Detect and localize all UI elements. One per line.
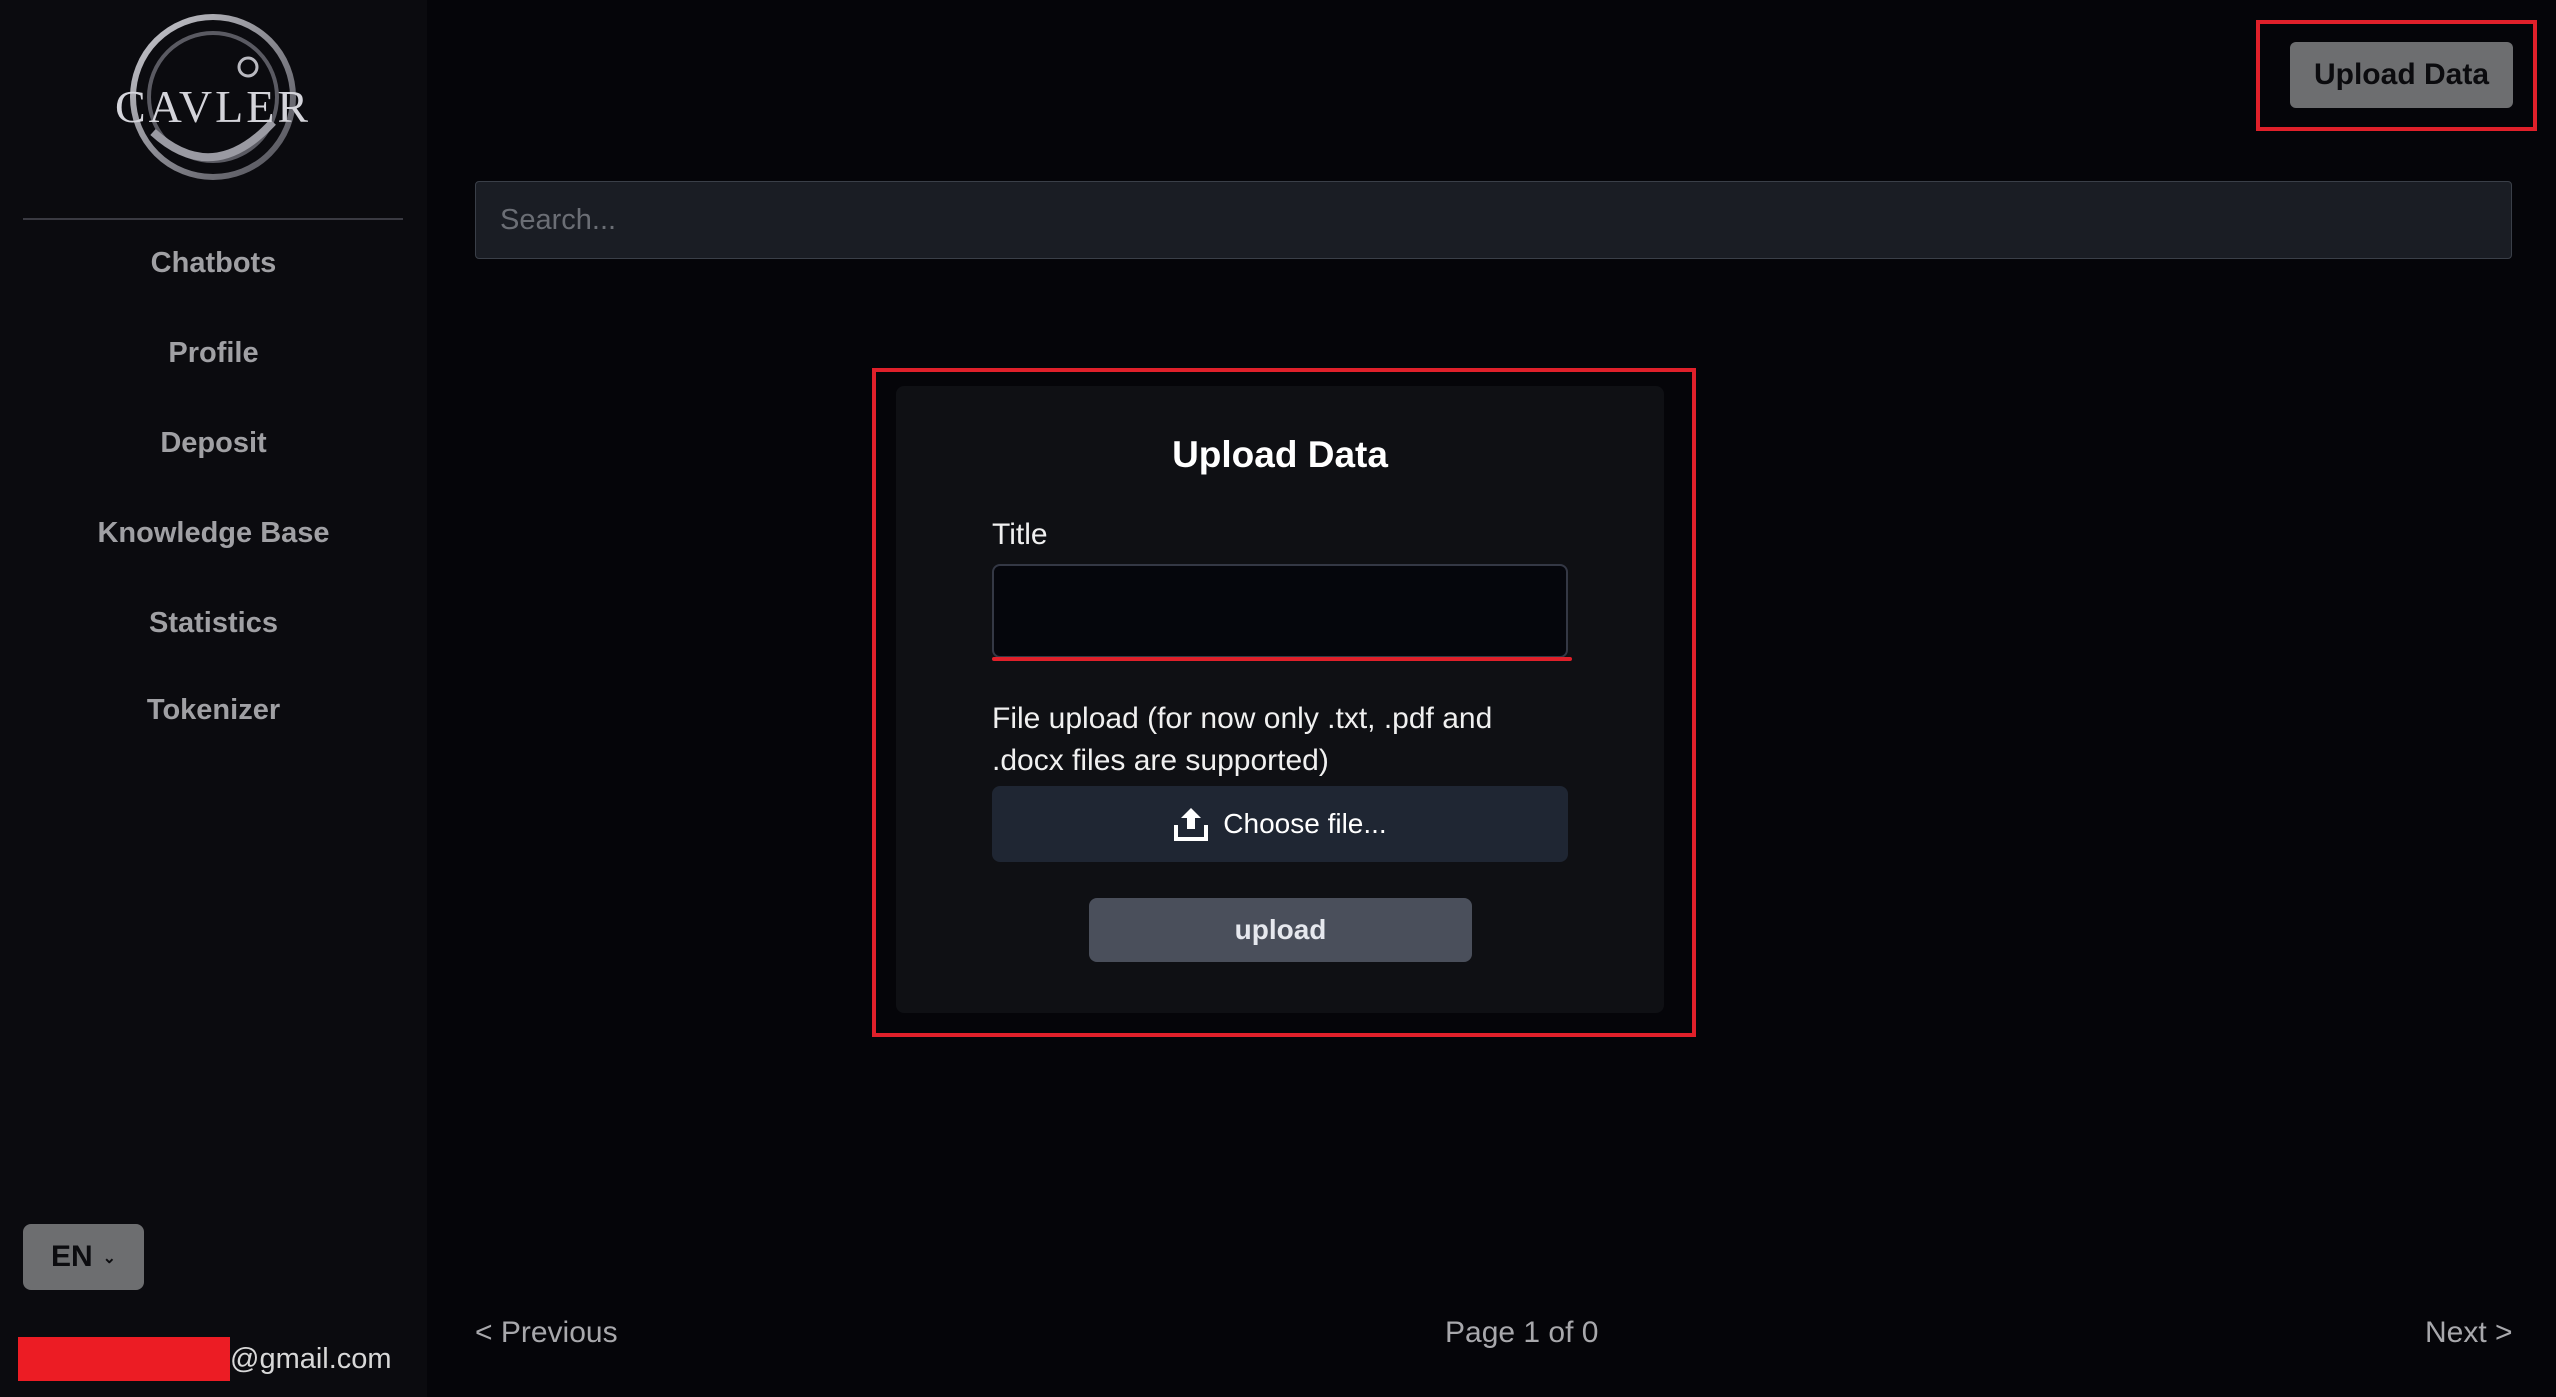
title-input-annotation-underline	[992, 657, 1572, 661]
pagination-page-info: Page 1 of 0	[1445, 1316, 1599, 1349]
upload-icon	[1174, 808, 1209, 841]
email-domain: @gmail.com	[230, 1342, 392, 1375]
redacted-username	[18, 1337, 230, 1381]
language-selector[interactable]: EN ⌄	[23, 1224, 144, 1290]
sidebar: CAVLER Chatbots Profile Deposit Knowledg…	[0, 0, 427, 1397]
upload-data-button[interactable]: Upload Data	[2290, 42, 2513, 108]
upload-submit-button[interactable]: upload	[1089, 898, 1472, 962]
user-email: @gmail.com	[18, 1336, 392, 1382]
sidebar-divider	[23, 218, 403, 220]
chevron-down-icon: ⌄	[102, 1250, 117, 1267]
search-input[interactable]	[475, 181, 2512, 259]
sidebar-item-profile[interactable]: Profile	[0, 337, 427, 370]
app-root: CAVLER Chatbots Profile Deposit Knowledg…	[0, 0, 2556, 1397]
logo-text: CAVLER	[115, 81, 311, 132]
modal-title: Upload Data	[1172, 434, 1388, 475]
choose-file-label: Choose file...	[1223, 808, 1387, 839]
pagination-next[interactable]: Next >	[2425, 1316, 2513, 1350]
language-label: EN	[50, 1240, 93, 1273]
sidebar-item-tokenizer[interactable]: Tokenizer	[0, 694, 427, 727]
title-input[interactable]	[992, 564, 1568, 658]
pagination-previous[interactable]: < Previous	[475, 1316, 618, 1350]
sidebar-item-deposit[interactable]: Deposit	[0, 427, 427, 460]
sidebar-item-knowledge-base[interactable]: Knowledge Base	[0, 517, 427, 550]
sidebar-item-statistics[interactable]: Statistics	[0, 607, 427, 640]
choose-file-button[interactable]: Choose file...	[992, 786, 1568, 862]
sidebar-item-chatbots[interactable]: Chatbots	[0, 247, 427, 280]
file-upload-label: File upload (for now only .txt, .pdf and…	[992, 702, 1493, 777]
cavler-logo: CAVLER	[115, 14, 311, 180]
title-field-label: Title	[992, 518, 1048, 551]
upload-data-modal: Upload Data Title File upload (for now o…	[896, 386, 1664, 1013]
